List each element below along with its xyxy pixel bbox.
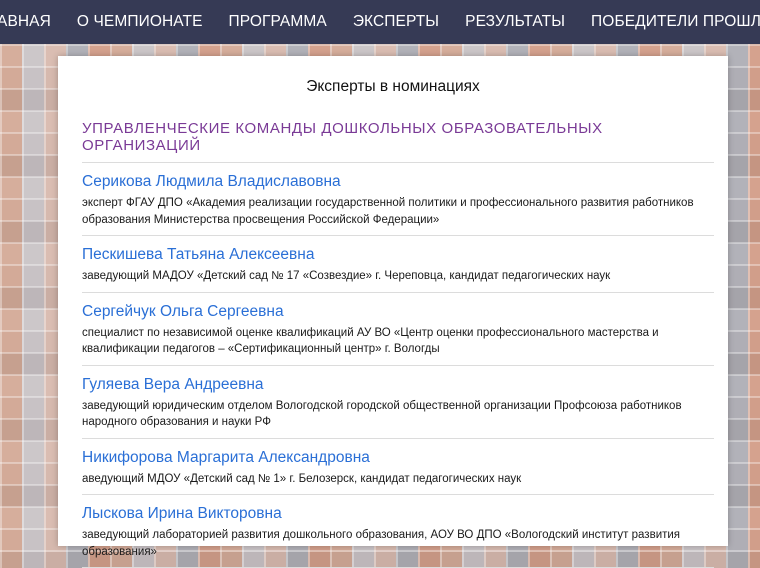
nav-item-experts[interactable]: ЭКСПЕРТЫ — [340, 0, 452, 44]
section-heading: Управленческие команды дошкольных образо… — [82, 120, 714, 163]
expert-item: Гуляева Вера Андреевна заведующий юридич… — [82, 366, 714, 439]
top-navigation: АВНАЯ О ЧЕМПИОНАТЕ ПРОГРАММА ЭКСПЕРТЫ РЕ… — [0, 0, 760, 44]
nav-item-results[interactable]: РЕЗУЛЬТАТЫ — [452, 0, 578, 44]
expert-item: Пескишева Татьяна Алексеевна заведующий … — [82, 236, 714, 293]
expert-description: заведующий юридическим отделом Вологодск… — [82, 399, 682, 429]
expert-name-link[interactable]: Лыскова Ирина Викторовна — [82, 504, 282, 524]
expert-item: Серикова Людмила Владиславовна эксперт Ф… — [82, 163, 714, 236]
expert-description: эксперт ФГАУ ДПО «Академия реализации го… — [82, 197, 694, 226]
content-panel: Эксперты в номинациях Управленческие ком… — [58, 56, 728, 568]
expert-description: заведующий МАДОУ «Детский сад № 17 «Созв… — [82, 270, 611, 282]
expert-description: аведующий МДОУ «Детский сад № 1» г. Бело… — [82, 472, 522, 485]
nav-item-home[interactable]: АВНАЯ — [0, 0, 64, 44]
expert-name-link[interactable]: Пескишева Татьяна Алексеевна — [82, 245, 314, 265]
expert-name-link[interactable]: Серикова Людмила Владиславовна — [82, 172, 341, 192]
expert-name-link[interactable]: Никифорова Маргарита Александровна — [82, 448, 370, 468]
nav-item-about[interactable]: О ЧЕМПИОНАТЕ — [64, 0, 216, 44]
expert-item: Лыскова Ирина Викторовна заведующий лабо… — [82, 495, 714, 568]
page-title: Эксперты в номинациях — [306, 78, 480, 95]
expert-name-link[interactable]: Сергейчук Ольга Сергеевна — [82, 302, 284, 322]
nav-item-program[interactable]: ПРОГРАММА — [216, 0, 340, 44]
expert-description: заведующий лабораторией развития дошколь… — [82, 529, 681, 558]
expert-item: Никифорова Маргарита Александровна аведу… — [82, 439, 714, 495]
expert-description: специалист по независимой оценке квалифи… — [82, 326, 659, 356]
expert-name-link[interactable]: Гуляева Вера Андреевна — [82, 375, 264, 395]
nav-item-past-winners[interactable]: ПОБЕДИТЕЛИ ПРОШЛЫХ ЛЕТ — [578, 0, 760, 44]
expert-item: Сергейчук Ольга Сергеевна специалист по … — [82, 293, 714, 366]
